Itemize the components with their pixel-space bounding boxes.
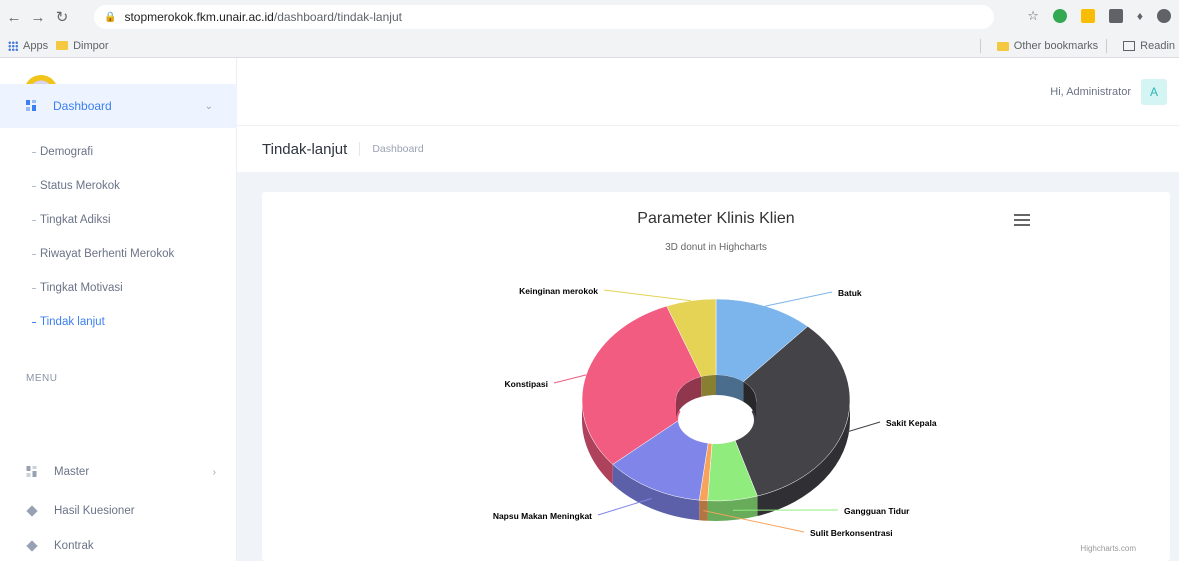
bookmark-reading-list[interactable]: Readin xyxy=(1123,40,1175,52)
menu-heading: MENU xyxy=(26,373,58,384)
subitem-label: Demografi xyxy=(40,146,94,158)
folder-icon xyxy=(56,41,69,50)
connector-sakit-kepala xyxy=(846,421,881,433)
donut-inner-wall xyxy=(701,375,716,397)
url-host: stopmerokok.fkm.unair.ac.id xyxy=(124,10,274,24)
master-icon xyxy=(26,466,37,477)
forward-icon[interactable]: → xyxy=(28,7,48,27)
avatar[interactable]: A xyxy=(1141,79,1167,105)
extension-green-icon[interactable] xyxy=(1052,9,1067,23)
subitem-label: Riwayat Berhenti Merokok xyxy=(40,248,175,260)
extension-drive-icon[interactable] xyxy=(1080,9,1095,23)
sidebar-subitem-tindak-lanjut[interactable]: Tindak lanjut xyxy=(0,305,237,339)
bookmark-label: Other bookmarks xyxy=(1013,40,1099,52)
bookmarks-bar: Apps Dimpor Other bookmarks Readin xyxy=(0,34,1179,58)
bookmarks-right: Other bookmarks Readin xyxy=(979,34,1175,58)
page-title: Tindak-lanjut xyxy=(262,140,348,158)
divider xyxy=(359,142,361,156)
browser-toolbar: ← → ↻ 🔒 stopmerokok.fkm.unair.ac.id /das… xyxy=(0,0,1179,34)
sidebar-subitem-demografi[interactable]: Demografi xyxy=(0,135,237,169)
chart-title: Parameter Klinis Klien xyxy=(637,210,795,227)
chart-credits[interactable]: Highcharts.com xyxy=(1080,544,1136,553)
dashboard-icon xyxy=(26,100,36,111)
lock-icon: 🔒 xyxy=(104,11,117,23)
divider xyxy=(979,39,981,53)
hamburger-menu-icon[interactable] xyxy=(1014,214,1030,229)
bookmark-other[interactable]: Other bookmarks xyxy=(996,40,1099,52)
diamond-icon xyxy=(26,505,38,517)
folder-icon xyxy=(996,41,1009,51)
data-label-batuk: Batuk xyxy=(838,288,862,298)
extensions-puzzle-icon[interactable]: ♦ xyxy=(1137,9,1143,23)
extension-icons: ☆ ♦ xyxy=(1027,8,1171,24)
apps-grid-icon xyxy=(8,40,18,51)
url-path: /dashboard/tindak-lanjut xyxy=(273,10,402,24)
chart-card: Batuk Sakit Kepala Gangguan Tidur Sulit Ber… xyxy=(262,192,1170,561)
data-label-keinginan-merokok: Keinginan merokok xyxy=(519,286,598,296)
sidebar-item-label: Hasil Kuesioner xyxy=(54,505,135,517)
subitem-label: Tingkat Motivasi xyxy=(40,282,123,294)
data-label-napsu-makan-meningkat: Napsu Makan Meningkat xyxy=(493,511,592,521)
user-greeting[interactable]: Hi, Administrator xyxy=(1050,86,1131,98)
sidebar-item-master[interactable]: Master › xyxy=(26,462,216,482)
sidebar-item-label: Dashboard xyxy=(53,99,112,113)
connector-konstipasi xyxy=(553,374,587,384)
sidebar-subitem-tingkat-motivasi[interactable]: Tingkat Motivasi xyxy=(0,271,237,305)
subitem-label: Tindak lanjut xyxy=(40,316,105,328)
sidebar-item-label: Kontrak xyxy=(54,540,94,552)
bookmark-label: Readin xyxy=(1140,40,1175,52)
reload-icon[interactable]: ↻ xyxy=(52,7,72,27)
sidebar-subitem-riwayat-berhenti[interactable]: Riwayat Berhenti Merokok xyxy=(0,237,237,271)
sidebar-item-kontrak[interactable]: Kontrak xyxy=(26,536,216,556)
extension-doc-icon[interactable] xyxy=(1108,9,1123,23)
breadcrumb[interactable]: Dashboard xyxy=(372,143,423,155)
data-label-gangguan-tidur: Gangguan Tidur xyxy=(844,506,910,516)
sidebar-item-dashboard[interactable]: Dashboard ⌄ xyxy=(0,84,237,128)
sidebar-item-label: Master xyxy=(54,466,90,478)
dashboard-submenu: Demografi Status Merokok Tingkat Adiksi … xyxy=(0,135,237,339)
chevron-right-icon: › xyxy=(212,466,216,478)
chart-subtitle: 3D donut in Highcharts xyxy=(665,242,767,253)
data-label-konstipasi: Konstipasi xyxy=(505,379,548,389)
data-label-sulit-berkonsentrasi: Sulit Berkonsentrasi xyxy=(810,528,893,538)
sidebar-subitem-status-merokok[interactable]: Status Merokok xyxy=(0,169,237,203)
donut-side-sulit-berkonsentrasi xyxy=(699,500,708,521)
page-header: Tindak-lanjut Dashboard xyxy=(237,126,1179,172)
back-icon[interactable]: ← xyxy=(4,7,24,27)
bookmark-apps[interactable]: Apps xyxy=(8,40,48,52)
bookmark-label: Dimpor xyxy=(73,39,109,52)
sidebar-item-hasil-kuesioner[interactable]: Hasil Kuesioner xyxy=(26,501,216,521)
sidebar-subitem-tingkat-adiksi[interactable]: Tingkat Adiksi xyxy=(0,203,237,237)
star-icon[interactable]: ☆ xyxy=(1027,8,1039,24)
connector-batuk xyxy=(765,291,833,307)
reading-list-icon xyxy=(1123,41,1136,51)
bookmark-label: Apps xyxy=(23,39,49,52)
subitem-label: Status Merokok xyxy=(40,180,120,192)
donut-hole xyxy=(678,396,754,444)
profile-icon[interactable] xyxy=(1157,9,1171,23)
connector-napsu-makan-meningkat xyxy=(597,498,652,516)
diamond-icon xyxy=(26,540,38,552)
app-topbar: Hi, Administrator A xyxy=(237,58,1179,126)
chevron-down-icon: ⌄ xyxy=(204,100,213,112)
subitem-label: Tingkat Adiksi xyxy=(40,214,111,226)
connector-keinginan-merokok xyxy=(603,289,691,302)
bookmark-dimpor[interactable]: Dimpor xyxy=(56,39,109,52)
address-bar[interactable]: 🔒 stopmerokok.fkm.unair.ac.id /dashboard… xyxy=(94,5,994,29)
data-label-sakit-kepala: Sakit Kepala xyxy=(886,418,937,428)
divider xyxy=(1106,39,1108,53)
